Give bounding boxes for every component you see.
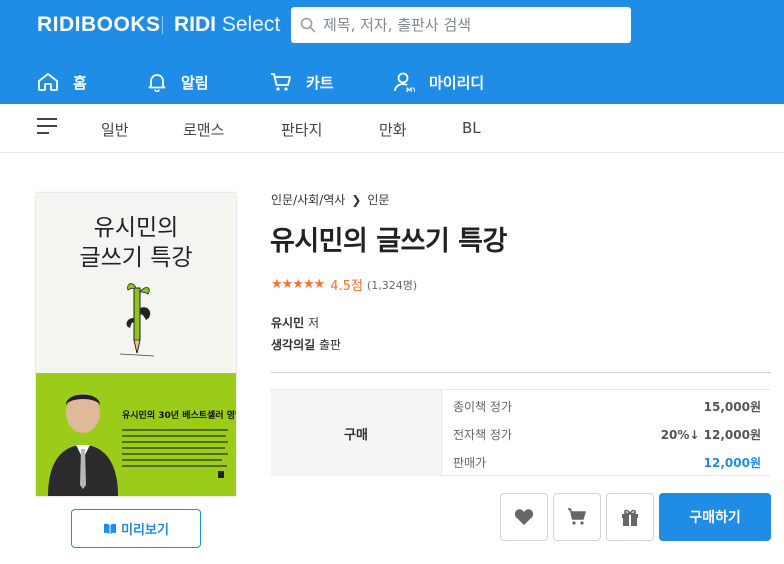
bell-icon	[148, 74, 166, 92]
gift-icon	[622, 509, 638, 526]
gift-button[interactable]	[606, 493, 654, 541]
cart-icon	[568, 508, 586, 525]
category-bl[interactable]: BL	[462, 119, 481, 137]
ebook-price-label: 전자책 정가	[453, 428, 513, 442]
menu-icon[interactable]	[37, 118, 57, 134]
price-row-sale: 판매가 12,000원	[453, 450, 761, 472]
cover-title-line1: 유시민의	[93, 215, 179, 241]
nav-cart[interactable]: 카트	[270, 66, 334, 98]
nav-myridi[interactable]: MY 마이리디	[393, 66, 484, 98]
sale-price-value: 12,000원	[703, 456, 761, 470]
ridi-select-brand: RIDI	[174, 13, 216, 36]
rating-score: 4.5점	[330, 279, 363, 294]
author-line: 유시민 저	[271, 314, 319, 331]
price-table-body: 구매 종이책 정가 15,000원 전자책 정가 20%↓ 12,000원 판매…	[271, 389, 771, 476]
sale-price-label: 판매가	[453, 456, 487, 470]
price-table: 구매 종이책 정가 15,000원 전자책 정가 20%↓ 12,000원 판매…	[271, 372, 771, 476]
purchase-type-label: 구매	[271, 390, 441, 476]
search-input[interactable]	[323, 7, 623, 43]
category-romance[interactable]: 로맨스	[183, 119, 224, 140]
rating-count: (1,324명)	[366, 278, 418, 292]
ridibooks-logo[interactable]: RIDIBOOKS	[37, 13, 161, 37]
pencil-illustration	[119, 283, 155, 357]
star-rating-icon: ★★★★★	[271, 277, 325, 292]
breadcrumb-parent[interactable]: 인문/사회/역사	[271, 191, 345, 208]
price-row-paper: 종이책 정가 15,000원	[453, 394, 761, 416]
nav-myridi-label: 마이리디	[429, 73, 485, 92]
preview-button[interactable]: 미리보기	[71, 509, 201, 548]
nav-home[interactable]: 홈	[37, 66, 87, 98]
price-divider	[441, 390, 442, 476]
buy-button[interactable]: 구매하기	[659, 493, 771, 541]
category-general[interactable]: 일반	[101, 119, 129, 140]
paper-price-value: 15,000원	[703, 400, 761, 414]
heart-icon	[514, 509, 534, 525]
author-photo	[48, 393, 118, 496]
rating: ★★★★★ 4.5점 (1,324명)	[271, 275, 417, 294]
nav-notification[interactable]: 알림	[147, 66, 209, 98]
search-icon	[300, 17, 316, 33]
cart-icon	[271, 73, 291, 91]
book-open-icon	[104, 523, 117, 534]
publisher-suffix: 출판	[319, 338, 342, 352]
ridi-select-link[interactable]: RIDI Select	[174, 13, 280, 37]
breadcrumb: 인문/사회/역사 ❯ 인문	[271, 191, 389, 208]
wishlist-button[interactable]	[500, 493, 548, 541]
category-bar: 일반 로맨스 판타지 만화 BL	[0, 104, 784, 153]
publisher-line: 생각의길 출판	[271, 336, 341, 353]
top-header: RIDIBOOKS RIDI Select 홈 알림 카트 MY 마이리디	[0, 0, 784, 104]
preview-button-label: 미리보기	[121, 523, 169, 538]
cover-body-text	[122, 429, 228, 478]
nav-notification-label: 알림	[181, 73, 209, 92]
price-row-ebook: 전자책 정가 20%↓ 12,000원	[453, 422, 761, 444]
chevron-right-icon: ❯	[351, 192, 362, 207]
home-icon	[38, 73, 58, 91]
book-cover[interactable]: 유시민의 글쓰기 특강 유시민의 30년 베스트셀러 영업기밀!	[36, 193, 236, 496]
book-title: 유시민의 글쓰기 특강	[270, 226, 507, 257]
author-suffix: 저	[307, 316, 319, 330]
svg-text:MY: MY	[406, 86, 415, 93]
nav-cart-label: 카트	[306, 73, 334, 92]
breadcrumb-current[interactable]: 인문	[367, 191, 389, 208]
logo-divider	[162, 16, 163, 34]
search-box[interactable]	[291, 7, 631, 43]
publisher-name[interactable]: 생각의길	[271, 338, 315, 352]
ridi-select-word: Select	[221, 13, 281, 36]
category-fantasy[interactable]: 판타지	[281, 119, 322, 140]
add-to-cart-button[interactable]	[553, 493, 601, 541]
author-name[interactable]: 유시민	[271, 316, 304, 330]
ebook-price-value: 20%↓ 12,000원	[660, 428, 761, 442]
cover-tagline: 유시민의 30년 베스트셀러 영업기밀!	[122, 411, 236, 421]
cover-title-line2: 글쓰기 특강	[79, 245, 193, 271]
paper-price-label: 종이책 정가	[453, 400, 513, 414]
cover-title: 유시민의 글쓰기 특강	[36, 213, 236, 273]
nav-home-label: 홈	[73, 73, 87, 92]
category-comics[interactable]: 만화	[379, 119, 407, 140]
my-user-icon: MY	[394, 72, 415, 93]
